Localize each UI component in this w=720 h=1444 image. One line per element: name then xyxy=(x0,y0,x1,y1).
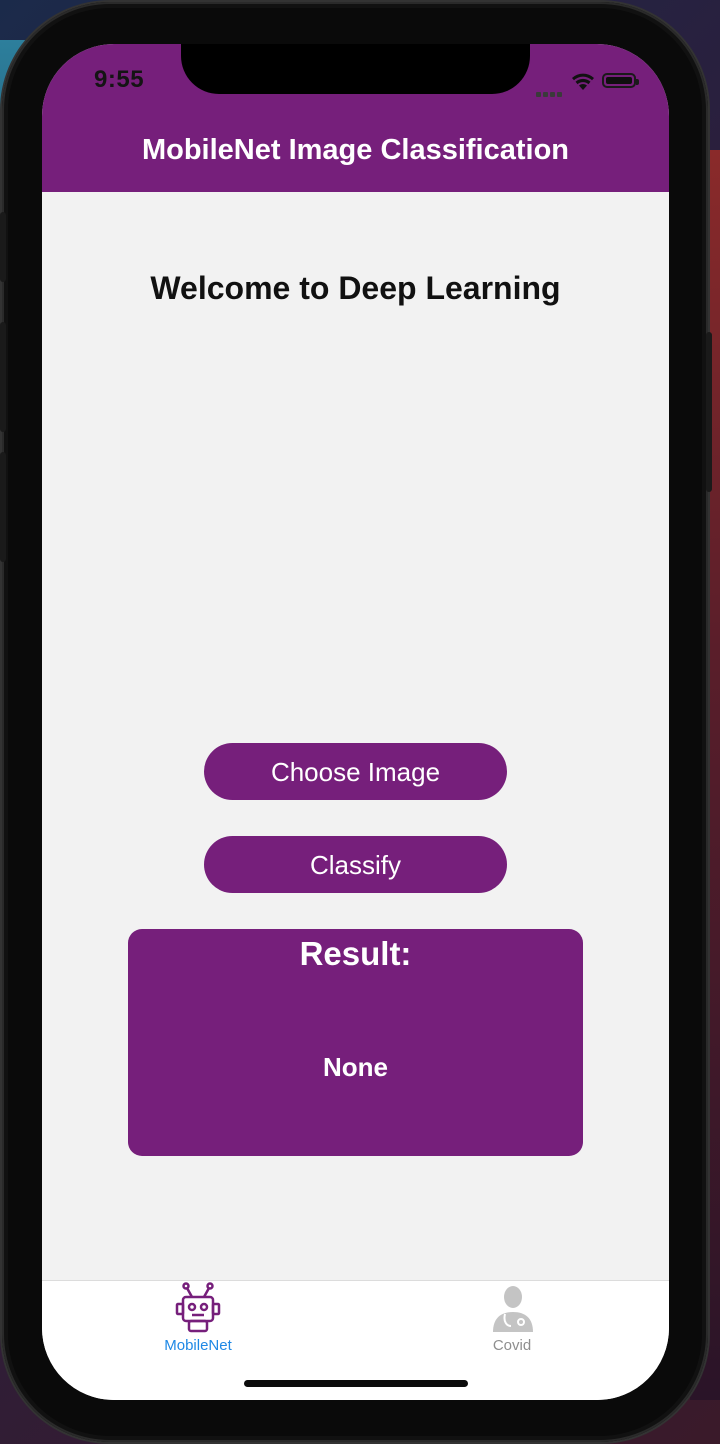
app-screen: 9:55 MobileNet Image Classification Welc… xyxy=(42,44,669,1400)
battery-icon xyxy=(602,73,639,88)
volume-down-button xyxy=(0,452,6,562)
status-time: 9:55 xyxy=(94,66,145,93)
doctor-icon xyxy=(493,1286,533,1332)
nav-title: MobileNet Image Classification xyxy=(141,134,570,166)
choose-image-button[interactable]: Choose Image xyxy=(204,743,507,800)
mute-switch xyxy=(0,212,6,282)
cellular-signal-icon xyxy=(536,84,564,102)
result-title: Result: xyxy=(299,935,412,972)
wifi-icon xyxy=(572,73,594,90)
volume-up-button xyxy=(0,322,6,432)
tab-covid[interactable]: Covid xyxy=(432,1281,592,1361)
tab-covid-label: Covid xyxy=(492,1337,532,1354)
classify-button[interactable]: Classify xyxy=(204,836,507,893)
navigation-header: 9:55 MobileNet Image Classification xyxy=(42,44,669,192)
robot-icon xyxy=(175,1282,221,1333)
power-button xyxy=(706,332,712,492)
device-frame: 9:55 MobileNet Image Classification Welc… xyxy=(0,2,712,1442)
tab-mobilenet-label: MobileNet xyxy=(164,1337,232,1354)
home-indicator[interactable] xyxy=(244,1380,468,1387)
result-panel: Result: None xyxy=(128,929,583,1156)
device-notch xyxy=(181,44,530,94)
tab-mobilenet[interactable]: MobileNet xyxy=(118,1281,278,1361)
result-value: None xyxy=(323,1052,388,1082)
welcome-heading: Welcome to Deep Learning xyxy=(150,270,561,306)
